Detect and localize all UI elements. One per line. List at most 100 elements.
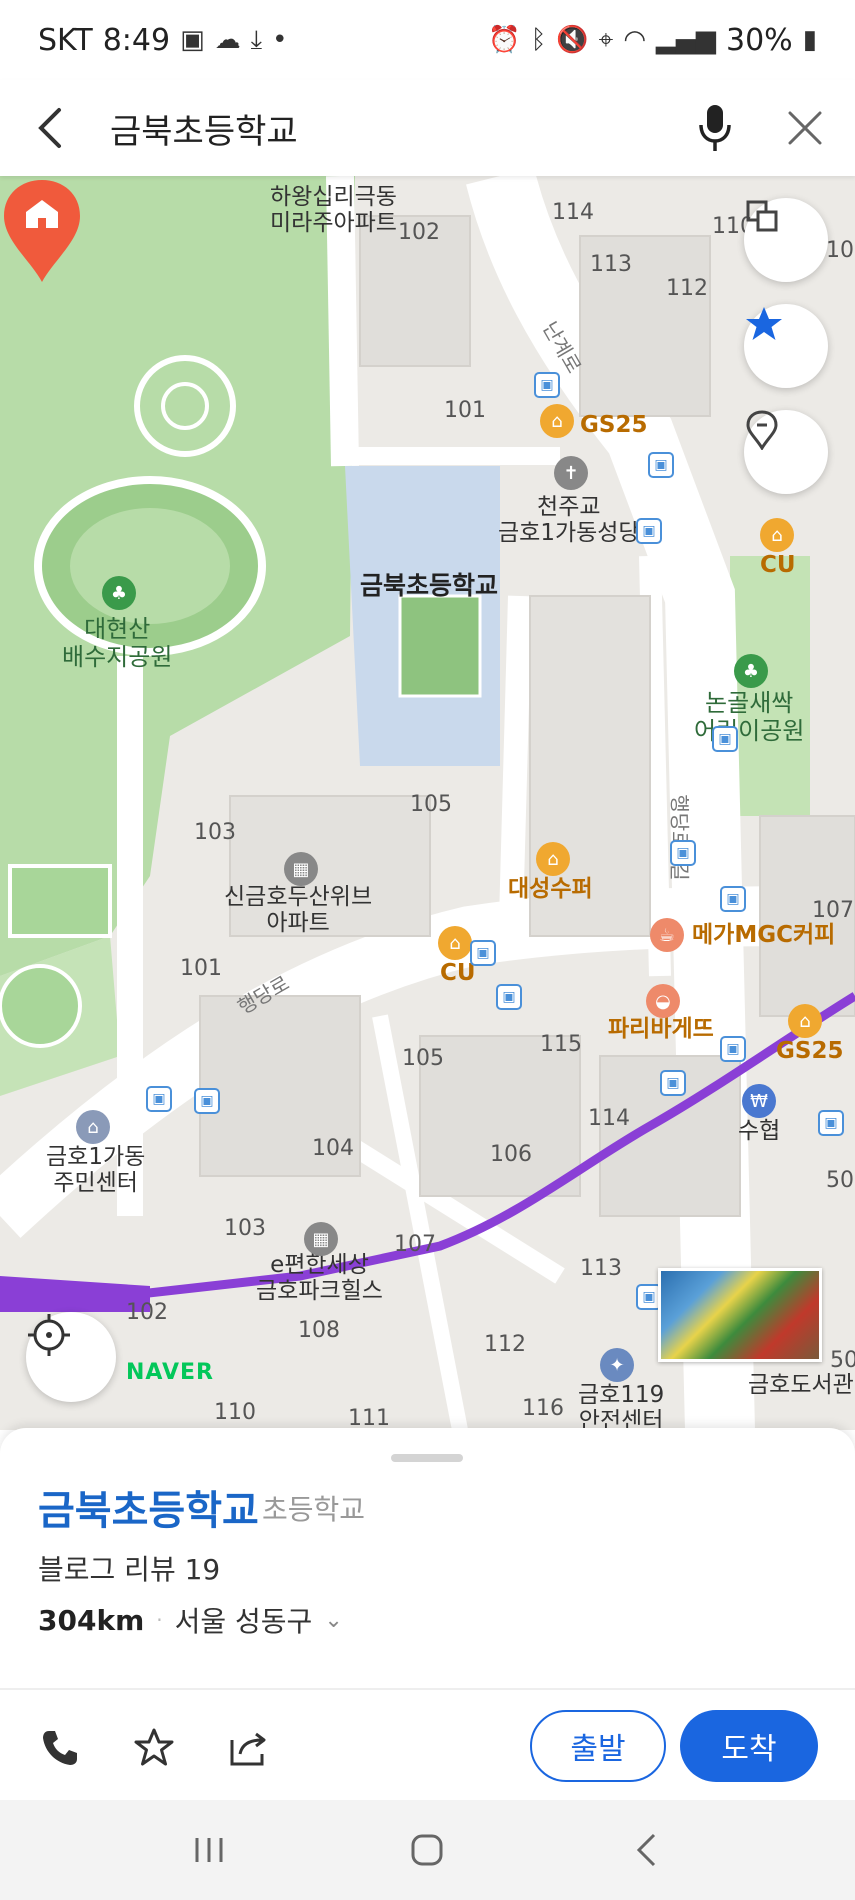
- store-icon[interactable]: ⌂: [540, 404, 574, 438]
- bus-stop-icon[interactable]: ▣: [660, 1070, 686, 1096]
- map-label-gs25-2[interactable]: GS25: [776, 1038, 843, 1064]
- selected-place-pin[interactable]: [0, 176, 84, 284]
- download-icon: ⤓: [250, 24, 263, 55]
- block-number: 105: [402, 1046, 444, 1071]
- call-button[interactable]: [30, 1718, 90, 1778]
- church-icon[interactable]: ✝: [554, 456, 588, 490]
- share-icon: [230, 1732, 266, 1766]
- building-icon[interactable]: ▦: [304, 1222, 338, 1256]
- distance-row[interactable]: 304km · 서울 성동구 ⌄: [38, 1600, 343, 1640]
- depart-button[interactable]: 출발: [530, 1710, 666, 1782]
- map-label-supermarket[interactable]: 대성수퍼: [508, 876, 593, 902]
- store-icon[interactable]: ⌂: [760, 518, 794, 552]
- block-number: 105: [410, 792, 452, 817]
- star-outline-icon: [134, 1728, 174, 1766]
- bakery-icon[interactable]: ◒: [646, 984, 680, 1018]
- map-label-bank[interactable]: 수협: [738, 1118, 780, 1144]
- time-label: 8:49: [102, 22, 171, 58]
- map-label-gs25[interactable]: GS25: [580, 412, 647, 438]
- map-label-cu[interactable]: CU: [760, 552, 796, 578]
- bus-stop-icon[interactable]: ▣: [720, 1036, 746, 1062]
- map-view[interactable]: 하왕십리극동 미라주아파트 천주교 금호1가동성당 대현산 배수지공원 논골새싹 어린이…: [0, 176, 855, 1430]
- distance-value: 304km: [38, 1603, 145, 1637]
- bus-stop-icon[interactable]: ▣: [496, 984, 522, 1010]
- chevron-down-icon[interactable]: ⌄: [324, 1608, 342, 1633]
- share-button[interactable]: [218, 1718, 278, 1778]
- voice-search-button[interactable]: [675, 80, 755, 176]
- location-pin-icon: [746, 410, 778, 450]
- block-number: 103: [194, 820, 236, 845]
- block-number: 108: [298, 1318, 340, 1343]
- map-label-cafe[interactable]: 메가MGC커피: [692, 922, 835, 948]
- place-info-sheet[interactable]: 금북초등학교 초등학교 블로그 리뷰 19 304km · 서울 성동구 ⌄ 출…: [0, 1428, 855, 1800]
- search-input[interactable]: 금북초등학교: [100, 104, 675, 153]
- phone-icon: [43, 1731, 77, 1765]
- map-label-bakery[interactable]: 파리바게뜨: [608, 1016, 714, 1042]
- bus-stop-icon[interactable]: ▣: [648, 452, 674, 478]
- favorites-button[interactable]: [744, 304, 828, 388]
- block-number: 104: [312, 1136, 354, 1161]
- block-number: 50: [830, 1348, 855, 1373]
- star-icon: [746, 307, 782, 340]
- recent-apps-icon: [195, 1838, 223, 1862]
- map-label-community-center[interactable]: 금호1가동 주민센터: [46, 1144, 145, 1197]
- bus-stop-icon[interactable]: ▣: [636, 518, 662, 544]
- block-number: 101: [180, 956, 222, 981]
- bus-stop-icon[interactable]: ▣: [818, 1110, 844, 1136]
- save-button[interactable]: [124, 1718, 184, 1778]
- sheet-drag-handle[interactable]: [391, 1454, 463, 1462]
- dot-icon: •: [272, 25, 288, 55]
- carrier-label: SKT: [38, 22, 93, 58]
- bus-stop-icon[interactable]: ▣: [712, 726, 738, 752]
- block-number: 101: [444, 398, 486, 423]
- selected-place-label[interactable]: 금북초등학교: [360, 566, 498, 602]
- bank-icon[interactable]: ₩: [742, 1084, 776, 1118]
- map-label-apartment-park[interactable]: e편한세상 금호파크힐스: [256, 1252, 383, 1305]
- map-label-church[interactable]: 천주교 금호1가동성당: [498, 494, 640, 547]
- map-label-fire-station[interactable]: 금호119 안전센터: [578, 1382, 664, 1430]
- place-name[interactable]: 금북초등학교: [38, 1478, 259, 1536]
- region-label: 서울 성동구: [174, 1605, 313, 1638]
- building-icon[interactable]: ▦: [284, 852, 318, 886]
- status-bar: SKT 8:49 ▣ ☁ ⤓ • ⏰ ᛒ 🔇 ⌖ ◠ ▂▄▆ 30% ▮: [0, 0, 855, 80]
- street-photo-thumbnail[interactable]: [658, 1268, 822, 1362]
- store-icon[interactable]: ⌂: [438, 926, 472, 960]
- cafe-icon[interactable]: ☕: [650, 918, 684, 952]
- crosshair-icon: [28, 1314, 70, 1356]
- clear-search-button[interactable]: [755, 80, 855, 176]
- home-button[interactable]: [387, 1820, 467, 1880]
- chevron-left-icon: [38, 108, 61, 148]
- map-label-apartment-weave[interactable]: 신금호두산위브 아파트: [224, 884, 372, 937]
- bus-stop-icon[interactable]: ▣: [194, 1088, 220, 1114]
- map-label-apartment[interactable]: 하왕십리극동 미라주아파트: [270, 184, 397, 237]
- bus-stop-icon[interactable]: ▣: [146, 1086, 172, 1112]
- back-button[interactable]: [0, 80, 100, 176]
- recent-apps-button[interactable]: [169, 1820, 249, 1880]
- block-number: 112: [666, 276, 708, 301]
- close-icon: [788, 111, 822, 145]
- store-icon[interactable]: ⌂: [788, 1004, 822, 1038]
- naver-logo: NAVER: [126, 1360, 214, 1385]
- map-label-park-kids[interactable]: 논골새싹 어린이공원: [694, 689, 804, 745]
- wifi-icon: ◠: [623, 25, 646, 55]
- bus-stop-icon[interactable]: ▣: [470, 940, 496, 966]
- arrive-button[interactable]: 도착: [680, 1710, 818, 1782]
- bus-stop-icon[interactable]: ▣: [720, 886, 746, 912]
- store-icon[interactable]: ⌂: [536, 842, 570, 876]
- my-location-button[interactable]: [26, 1312, 116, 1402]
- map-label-library[interactable]: 금호도서관: [748, 1372, 854, 1398]
- bus-stop-icon[interactable]: ▣: [534, 372, 560, 398]
- park-icon[interactable]: ♣: [734, 654, 768, 688]
- park-icon[interactable]: ♣: [102, 576, 136, 610]
- bluetooth-icon: ᛒ: [530, 25, 547, 55]
- bus-stop-icon[interactable]: ▣: [670, 840, 696, 866]
- fire-station-icon[interactable]: ✦: [600, 1348, 634, 1382]
- my-place-button[interactable]: [744, 410, 828, 494]
- government-icon[interactable]: ⌂: [76, 1110, 110, 1144]
- layers-button[interactable]: [744, 198, 828, 282]
- system-nav-bar: [0, 1800, 855, 1900]
- blog-review-count[interactable]: 블로그 리뷰 19: [38, 1548, 220, 1588]
- system-back-button[interactable]: [606, 1820, 686, 1880]
- block-number: 103: [224, 1216, 266, 1241]
- map-label-park[interactable]: 대현산 배수지공원: [62, 615, 172, 671]
